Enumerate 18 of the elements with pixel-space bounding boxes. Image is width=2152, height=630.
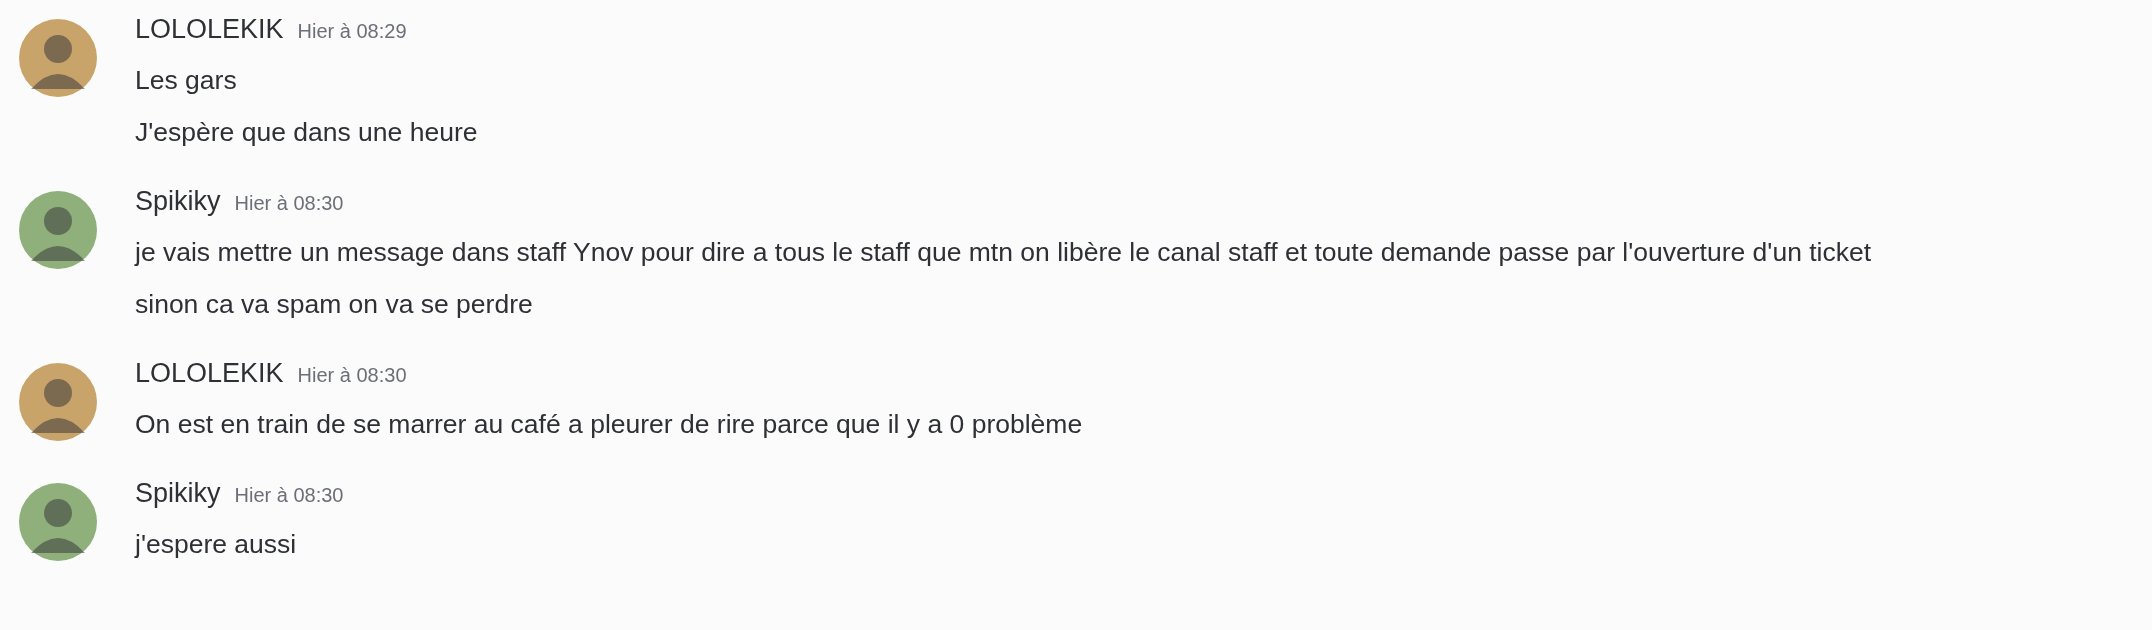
timestamp: Hier à 08:30 <box>234 484 344 507</box>
message-text: j'espere aussi <box>135 528 298 561</box>
user-avatar[interactable] <box>19 19 97 97</box>
message-text: je vais mettre un message dans staff Ynov pour dire a tous le staff que mtn on libère le canal staff et toute demande passe par l'ouverture d'un ticket <box>135 236 1872 269</box>
username[interactable]: LOLOLEKIK <box>135 358 284 389</box>
message-text: Les gars <box>135 64 238 97</box>
user-avatar[interactable] <box>19 191 97 269</box>
message-text: J'espère que dans une heure <box>135 116 478 149</box>
timestamp: Hier à 08:30 <box>297 364 407 387</box>
timestamp: Hier à 08:30 <box>234 192 344 215</box>
username[interactable]: Spikiky <box>135 478 221 509</box>
message-text: On est en train de se marrer au café a pleurer de rire parce que il y a 0 problème <box>135 408 1083 441</box>
timestamp: Hier à 08:29 <box>297 20 407 43</box>
username[interactable]: Spikiky <box>135 186 221 217</box>
user-avatar[interactable] <box>19 483 97 561</box>
user-avatar[interactable] <box>19 363 97 441</box>
username[interactable]: LOLOLEKIK <box>135 14 284 45</box>
message-text: sinon ca va spam on va se perdre <box>135 288 534 321</box>
